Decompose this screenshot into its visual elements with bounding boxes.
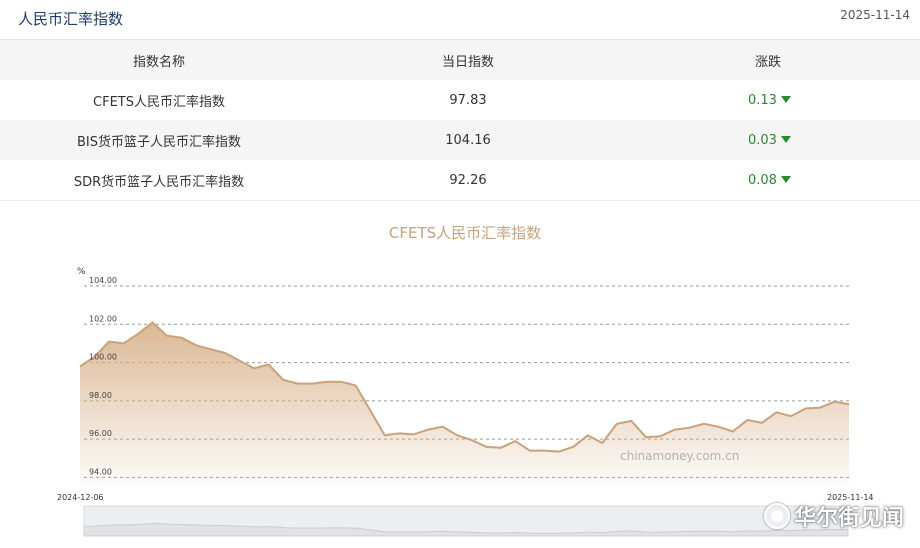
index-name[interactable]: BIS货币篮子人民币汇率指数 <box>0 120 318 160</box>
source-watermark: chinamoney.com.cn <box>620 449 739 463</box>
index-change: 0.13 <box>618 80 920 120</box>
index-name[interactable]: CFETS人民币汇率指数 <box>0 80 318 120</box>
y-tick-label: 94.00 <box>89 467 112 476</box>
index-value: 97.83 <box>449 92 487 108</box>
column-header-name: 指数名称 <box>132 54 185 70</box>
page-header: 人民币汇率指数 2025-11-14 <box>0 0 920 40</box>
navigator-selection[interactable] <box>84 506 848 536</box>
chart-title: CFETS人民币汇率指数 <box>389 224 541 242</box>
y-tick-label: 98.00 <box>89 391 112 400</box>
y-tick-label: 96.00 <box>89 429 112 438</box>
table-header-row: 指数名称 当日指数 涨跌 <box>0 40 920 80</box>
range-navigator[interactable] <box>83 505 849 537</box>
index-value: 104.16 <box>445 132 491 148</box>
index-change: 0.08 <box>618 160 920 200</box>
column-header-value: 当日指数 <box>441 54 494 70</box>
watermark: 华尔街见闻 <box>763 500 904 532</box>
table-row[interactable]: SDR货币篮子人民币汇率指数 92.26 0.08 <box>0 160 920 200</box>
down-arrow-icon <box>780 135 791 143</box>
x-start-label: 2024-12-06 <box>57 493 104 502</box>
column-header-change: 涨跌 <box>755 54 782 70</box>
paw-logo-icon <box>763 503 790 529</box>
index-table: 指数名称 当日指数 涨跌 CFETS人民币汇率指数 97.83 0.13 BIS… <box>0 40 920 200</box>
y-tick-label: 104.00 <box>89 276 117 285</box>
cfets-index-chart[interactable]: CFETS人民币汇率指数 % 104.00 102.00 100.00 98.00 96… <box>0 201 920 548</box>
header-date: 2025-11-14 <box>840 8 910 22</box>
table-row[interactable]: CFETS人民币汇率指数 97.83 0.13 <box>0 80 920 120</box>
down-arrow-icon <box>780 95 791 103</box>
page-title: 人民币汇率指数 <box>18 10 124 28</box>
y-tick-label: 100.00 <box>89 353 117 362</box>
y-tick-label: 102.00 <box>89 314 117 323</box>
table-row[interactable]: BIS货币篮子人民币汇率指数 104.16 0.03 <box>0 120 920 160</box>
index-change: 0.03 <box>618 120 920 160</box>
index-value: 92.26 <box>449 172 487 188</box>
down-arrow-icon <box>780 175 791 183</box>
index-name[interactable]: SDR货币篮子人民币汇率指数 <box>0 160 318 200</box>
y-axis-unit: % <box>77 267 86 277</box>
